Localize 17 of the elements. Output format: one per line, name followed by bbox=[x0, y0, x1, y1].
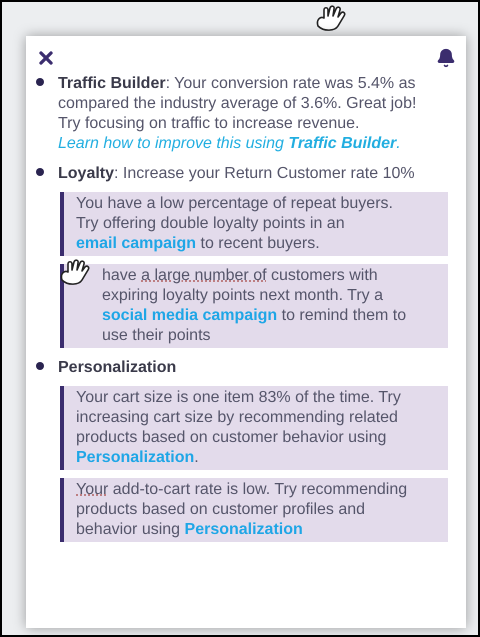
link[interactable]: Personalization bbox=[76, 449, 194, 466]
link[interactable]: email campaign bbox=[76, 235, 196, 252]
bullet-icon bbox=[36, 78, 44, 86]
section-text: Loyalty: Increase your Return Customer rate 10% bbox=[58, 164, 416, 184]
tip-text: You have a low percentage of repeat buyers. Try offering double loyalty points in an email campaign to recent buyers. bbox=[76, 194, 394, 254]
link[interactable]: Personalization bbox=[184, 521, 303, 538]
tip-text: Your cart size is one item 83% of the time. Try increasing cart size by recommending related products based on customer behavior using Personalization. bbox=[76, 388, 402, 468]
bullet-icon bbox=[36, 168, 44, 176]
tip-text: have a large number of customers with expiring loyalty points next month. Try a social media campaign to remind them to use their points bbox=[101, 266, 408, 346]
section-text: Traffic Builder: Your conversion rate was 5.4% as compared the industry average of 3.6%. Great job! Try focusing on traffic to increase revenue. Learn how to improve this using Traffic Builder. bbox=[58, 74, 418, 154]
tip-text: Your add-to-cart rate is low. Try recommending products based on customer profiles and behavior using Personalization bbox=[76, 480, 408, 540]
bell-icon[interactable] bbox=[436, 48, 456, 68]
link[interactable]: this using Traffic Builder. bbox=[216, 135, 401, 152]
link[interactable]: Learn how to improve bbox=[58, 135, 212, 152]
bullet-icon bbox=[36, 362, 44, 370]
link[interactable]: social media campaign bbox=[102, 307, 278, 324]
section-text: Personalization bbox=[58, 358, 178, 378]
